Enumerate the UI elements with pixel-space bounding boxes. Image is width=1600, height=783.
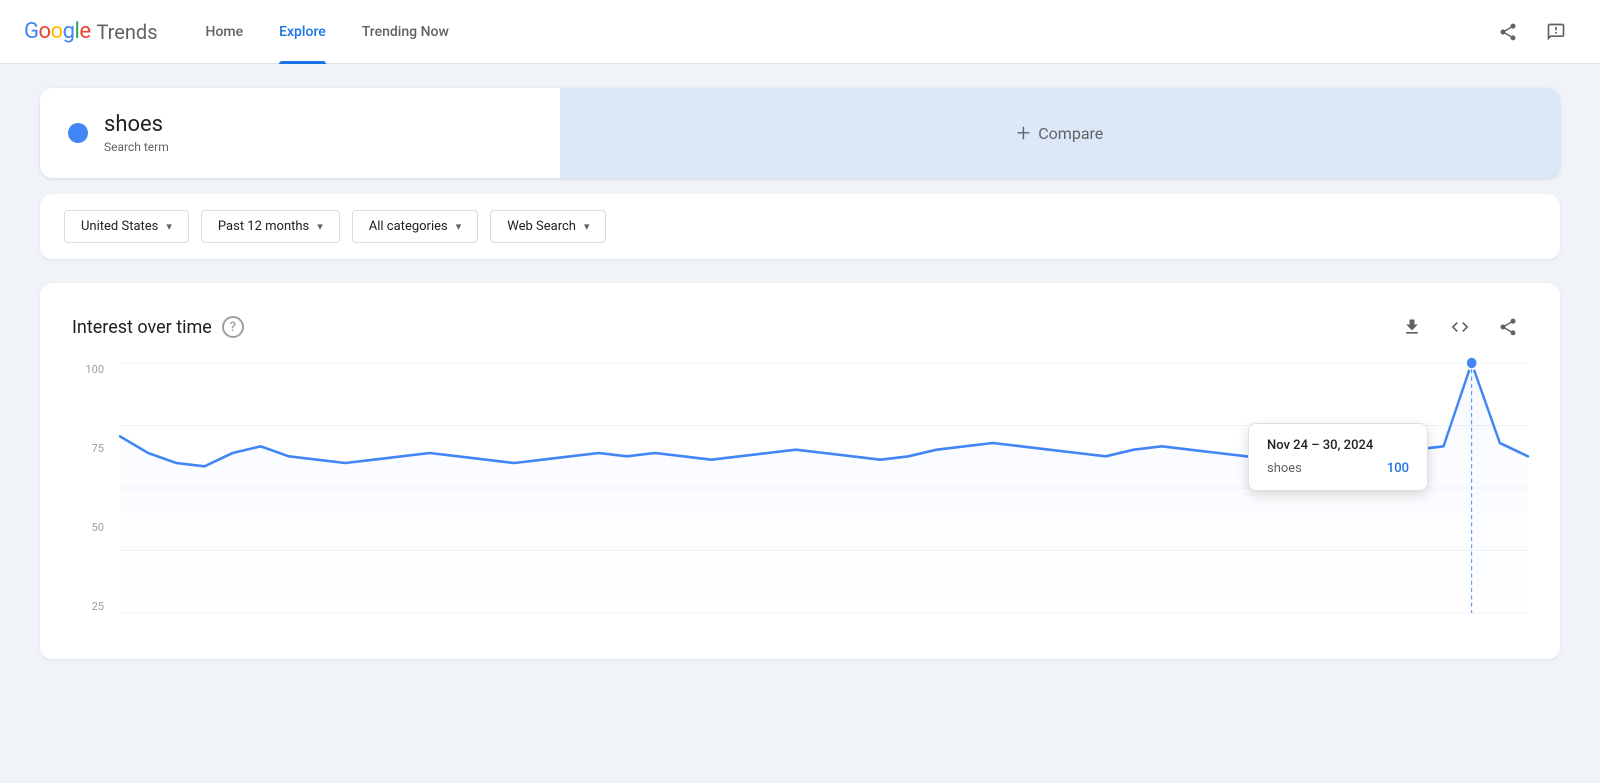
nav-explore[interactable]: Explore bbox=[263, 0, 342, 64]
logo: Google Trends bbox=[24, 19, 158, 44]
filter-search-type-label: Web Search bbox=[507, 219, 576, 234]
filter-region-label: United States bbox=[81, 219, 158, 234]
chart-title-group: Interest over time ? bbox=[72, 316, 244, 338]
chart-actions bbox=[1392, 307, 1528, 347]
nav-home[interactable]: Home bbox=[190, 0, 260, 64]
help-icon[interactable]: ? bbox=[222, 316, 244, 338]
search-section: shoes Search term + Compare bbox=[40, 88, 1560, 178]
category-chevron-down-icon: ▾ bbox=[456, 220, 462, 233]
filter-category[interactable]: All categories ▾ bbox=[352, 210, 478, 243]
share-button[interactable] bbox=[1488, 12, 1528, 52]
help-question-mark: ? bbox=[230, 320, 236, 335]
y-axis-labels: 100 75 50 25 bbox=[72, 363, 112, 613]
share-icon bbox=[1498, 22, 1518, 42]
filter-region[interactable]: United States ▾ bbox=[64, 210, 189, 243]
y-label-75: 75 bbox=[92, 442, 104, 455]
filters-card: United States ▾ Past 12 months ▾ All cat… bbox=[40, 194, 1560, 259]
chart-highlight-dot bbox=[1466, 357, 1478, 370]
compare-card[interactable]: + Compare bbox=[560, 88, 1560, 178]
main-content: shoes Search term + Compare United State… bbox=[0, 64, 1600, 683]
embed-button[interactable] bbox=[1440, 307, 1480, 347]
chart-card: Interest over time ? bbox=[40, 283, 1560, 659]
chart-line bbox=[120, 363, 1528, 466]
search-term-card: shoes Search term bbox=[40, 88, 560, 178]
filter-search-type[interactable]: Web Search ▾ bbox=[490, 210, 606, 243]
search-term-name: shoes bbox=[104, 112, 169, 138]
trends-wordmark: Trends bbox=[96, 20, 157, 44]
download-button[interactable] bbox=[1392, 307, 1432, 347]
chart-header: Interest over time ? bbox=[72, 307, 1528, 347]
search-type-chevron-down-icon: ▾ bbox=[584, 220, 590, 233]
chart-share-button[interactable] bbox=[1488, 307, 1528, 347]
y-label-50: 50 bbox=[92, 521, 104, 534]
header-actions bbox=[1488, 12, 1576, 52]
header: Google Trends Home Explore Trending Now bbox=[0, 0, 1600, 64]
y-label-25: 25 bbox=[92, 600, 104, 613]
feedback-button[interactable] bbox=[1536, 12, 1576, 52]
search-term-info: shoes Search term bbox=[104, 112, 169, 154]
chart-area bbox=[120, 363, 1528, 613]
filter-category-label: All categories bbox=[369, 219, 448, 234]
main-nav: Home Explore Trending Now bbox=[190, 0, 1488, 64]
google-wordmark: Google bbox=[24, 19, 90, 44]
region-chevron-down-icon: ▾ bbox=[166, 220, 172, 233]
nav-trending-now[interactable]: Trending Now bbox=[346, 0, 465, 64]
compare-plus-icon: + bbox=[1017, 119, 1031, 147]
search-dot bbox=[68, 123, 88, 143]
compare-label: Compare bbox=[1038, 124, 1103, 143]
embed-icon bbox=[1450, 317, 1470, 337]
y-label-100: 100 bbox=[85, 363, 104, 376]
chart-title: Interest over time bbox=[72, 317, 212, 338]
search-term-label: Search term bbox=[104, 140, 169, 154]
chart-svg bbox=[120, 363, 1528, 613]
filter-time-label: Past 12 months bbox=[218, 219, 309, 234]
chart-container: 100 75 50 25 bbox=[72, 363, 1528, 643]
time-chevron-down-icon: ▾ bbox=[317, 220, 323, 233]
filter-time[interactable]: Past 12 months ▾ bbox=[201, 210, 340, 243]
chart-plot bbox=[120, 363, 1528, 613]
download-icon bbox=[1402, 317, 1422, 337]
chart-share-icon bbox=[1498, 317, 1518, 337]
feedback-icon bbox=[1546, 22, 1566, 42]
